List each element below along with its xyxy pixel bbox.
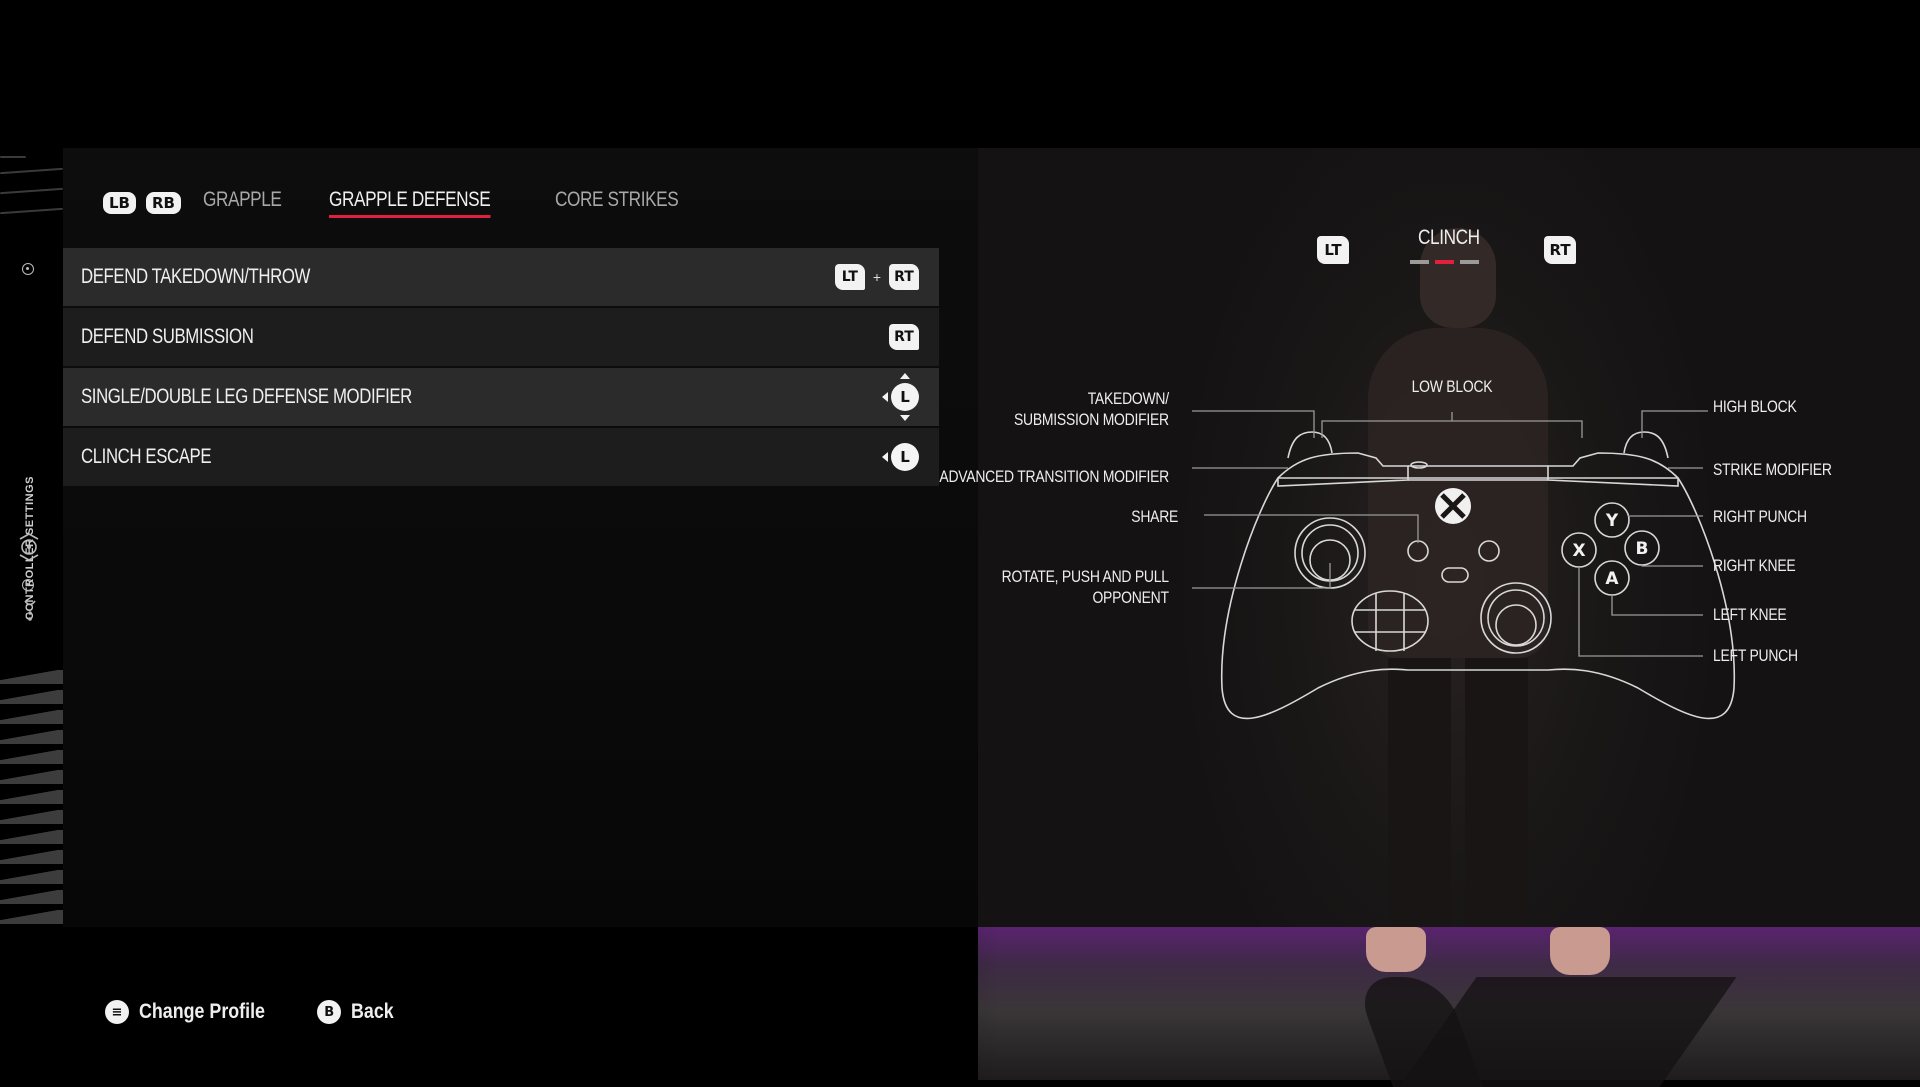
target-icon [22, 263, 34, 275]
controller-layout-panel: LT CLINCH RT X Y B A TAKEDOWN/ SUBMISSIO… [939, 148, 1920, 928]
binding: RT [889, 324, 919, 350]
label-right-knee: RIGHT KNEE [1713, 556, 1796, 575]
tab-grapple[interactable]: GRAPPLE [203, 188, 282, 218]
arrow-left-icon [882, 452, 888, 462]
leader-right-knee [1641, 565, 1703, 567]
leader-low-block [1321, 412, 1583, 438]
arena-floor [978, 927, 1920, 1087]
decor-line [0, 156, 26, 158]
label-rotate-push-pull: ROTATE, PUSH AND PULL OPPONENT [1002, 566, 1169, 608]
action-row-clinch-escape[interactable]: CLINCH ESCAPE L [63, 428, 939, 486]
b-button-icon: B [317, 1000, 342, 1024]
label-line: OPPONENT [1092, 588, 1170, 607]
action-label: DEFEND SUBMISSION [81, 325, 254, 348]
usb-port-icon [1410, 461, 1428, 469]
label-advanced-transition: ADVANCED TRANSITION MODIFIER [939, 467, 1169, 486]
label-strike-modifier: STRIKE MODIFIER [1713, 460, 1832, 479]
back-label: Back [351, 1000, 394, 1023]
label-line: ROTATE, PUSH AND PULL [1001, 567, 1169, 586]
prev-tab-bumper[interactable]: LB [103, 192, 136, 214]
rt-button-icon: RT [889, 264, 919, 290]
label-line: SUBMISSION MODIFIER [1014, 410, 1169, 429]
controller-body-outline [1220, 477, 1736, 720]
fighter-left-foot [1366, 927, 1426, 972]
label-right-punch: RIGHT PUNCH [1713, 507, 1807, 526]
decor-line [0, 187, 63, 195]
action-row-defend-takedown[interactable]: DEFEND TAKEDOWN/THROW LT + RT [63, 248, 939, 306]
controller-diagram: X Y B A [1192, 410, 1736, 720]
leader-left-punch [1578, 567, 1703, 657]
y-button-label: Y [1605, 511, 1619, 531]
next-tab-bumper[interactable]: RB [146, 192, 181, 214]
menu-button-icon: ≡ [105, 1000, 129, 1024]
right-bumper-outline [1547, 452, 1679, 487]
stick-letter: L [900, 388, 910, 406]
share-button-outline [1441, 567, 1469, 583]
action-list: DEFEND TAKEDOWN/THROW LT + RT DEFEND SUB… [63, 248, 939, 488]
xbox-logo-icon [1435, 488, 1471, 524]
arrow-down-icon [900, 415, 910, 421]
leader-share [1204, 514, 1419, 543]
stick-letter: L [900, 448, 910, 466]
footer-actions: ≡ Change Profile B Back [105, 1000, 401, 1024]
action-row-leg-defense-modifier[interactable]: SINGLE/DOUBLE LEG DEFENSE MODIFIER L [63, 368, 939, 426]
label-left-knee: LEFT KNEE [1713, 605, 1787, 624]
more-icon [24, 600, 36, 621]
fighter-right-foot [1550, 927, 1610, 975]
decor-line [0, 207, 63, 215]
plus-sign: + [872, 269, 881, 285]
controls-list-panel: LB RB GRAPPLE GRAPPLE DEFENSE CORE STRIK… [63, 148, 978, 927]
action-label: DEFEND TAKEDOWN/THROW [81, 265, 310, 288]
action-label: SINGLE/DOUBLE LEG DEFENSE MODIFIER [81, 385, 412, 408]
tab-core-strikes[interactable]: CORE STRIKES [555, 188, 679, 218]
action-label: CLINCH ESCAPE [81, 445, 212, 468]
left-bumper-outline [1277, 452, 1409, 487]
left-stick-icon: L [882, 373, 919, 421]
back-button[interactable]: B Back [317, 1000, 401, 1024]
tab-grapple-defense[interactable]: GRAPPLE DEFENSE [328, 188, 490, 218]
dpad-outline [1351, 590, 1429, 652]
leader-takedown [1192, 410, 1315, 438]
view-button-outline [1407, 540, 1429, 562]
action-row-defend-submission[interactable]: DEFEND SUBMISSION RT [63, 308, 939, 366]
change-profile-button[interactable]: ≡ Change Profile [105, 1000, 287, 1024]
leader-left-knee [1611, 595, 1703, 616]
rt-button-icon: RT [889, 324, 919, 350]
binding: L [882, 373, 919, 421]
a-button-label: A [1605, 569, 1619, 589]
leader-rotate [1192, 563, 1331, 589]
right-stick-outline [1480, 582, 1552, 654]
left-stick-icon: L [882, 443, 919, 471]
b-button-label: B [1636, 539, 1649, 559]
label-low-block: LOW BLOCK [1411, 377, 1493, 396]
x-button-label: X [1572, 541, 1585, 561]
ufc-logo-icon [19, 533, 39, 561]
decor-stripes [0, 670, 63, 927]
menu-button-outline [1478, 540, 1500, 562]
floor-fade [600, 927, 1000, 1080]
label-line: TAKEDOWN/ [1087, 389, 1169, 408]
target-icon [22, 579, 34, 591]
decor-line [0, 167, 63, 175]
label-high-block: HIGH BLOCK [1713, 397, 1797, 416]
tab-bar: LB RB GRAPPLE GRAPPLE DEFENSE CORE STRIK… [103, 188, 724, 218]
binding: L [882, 443, 919, 471]
label-share: SHARE [1131, 507, 1178, 526]
label-takedown-modifier: TAKEDOWN/ SUBMISSION MODIFIER [1014, 388, 1169, 430]
label-left-punch: LEFT PUNCH [1713, 646, 1798, 665]
arrow-up-icon [900, 373, 910, 379]
change-profile-label: Change Profile [139, 1000, 265, 1023]
lt-button-icon: LT [834, 264, 865, 290]
arrow-left-icon [882, 392, 888, 402]
binding: LT + RT [834, 264, 919, 290]
fighter-shadow [1399, 977, 1737, 1087]
